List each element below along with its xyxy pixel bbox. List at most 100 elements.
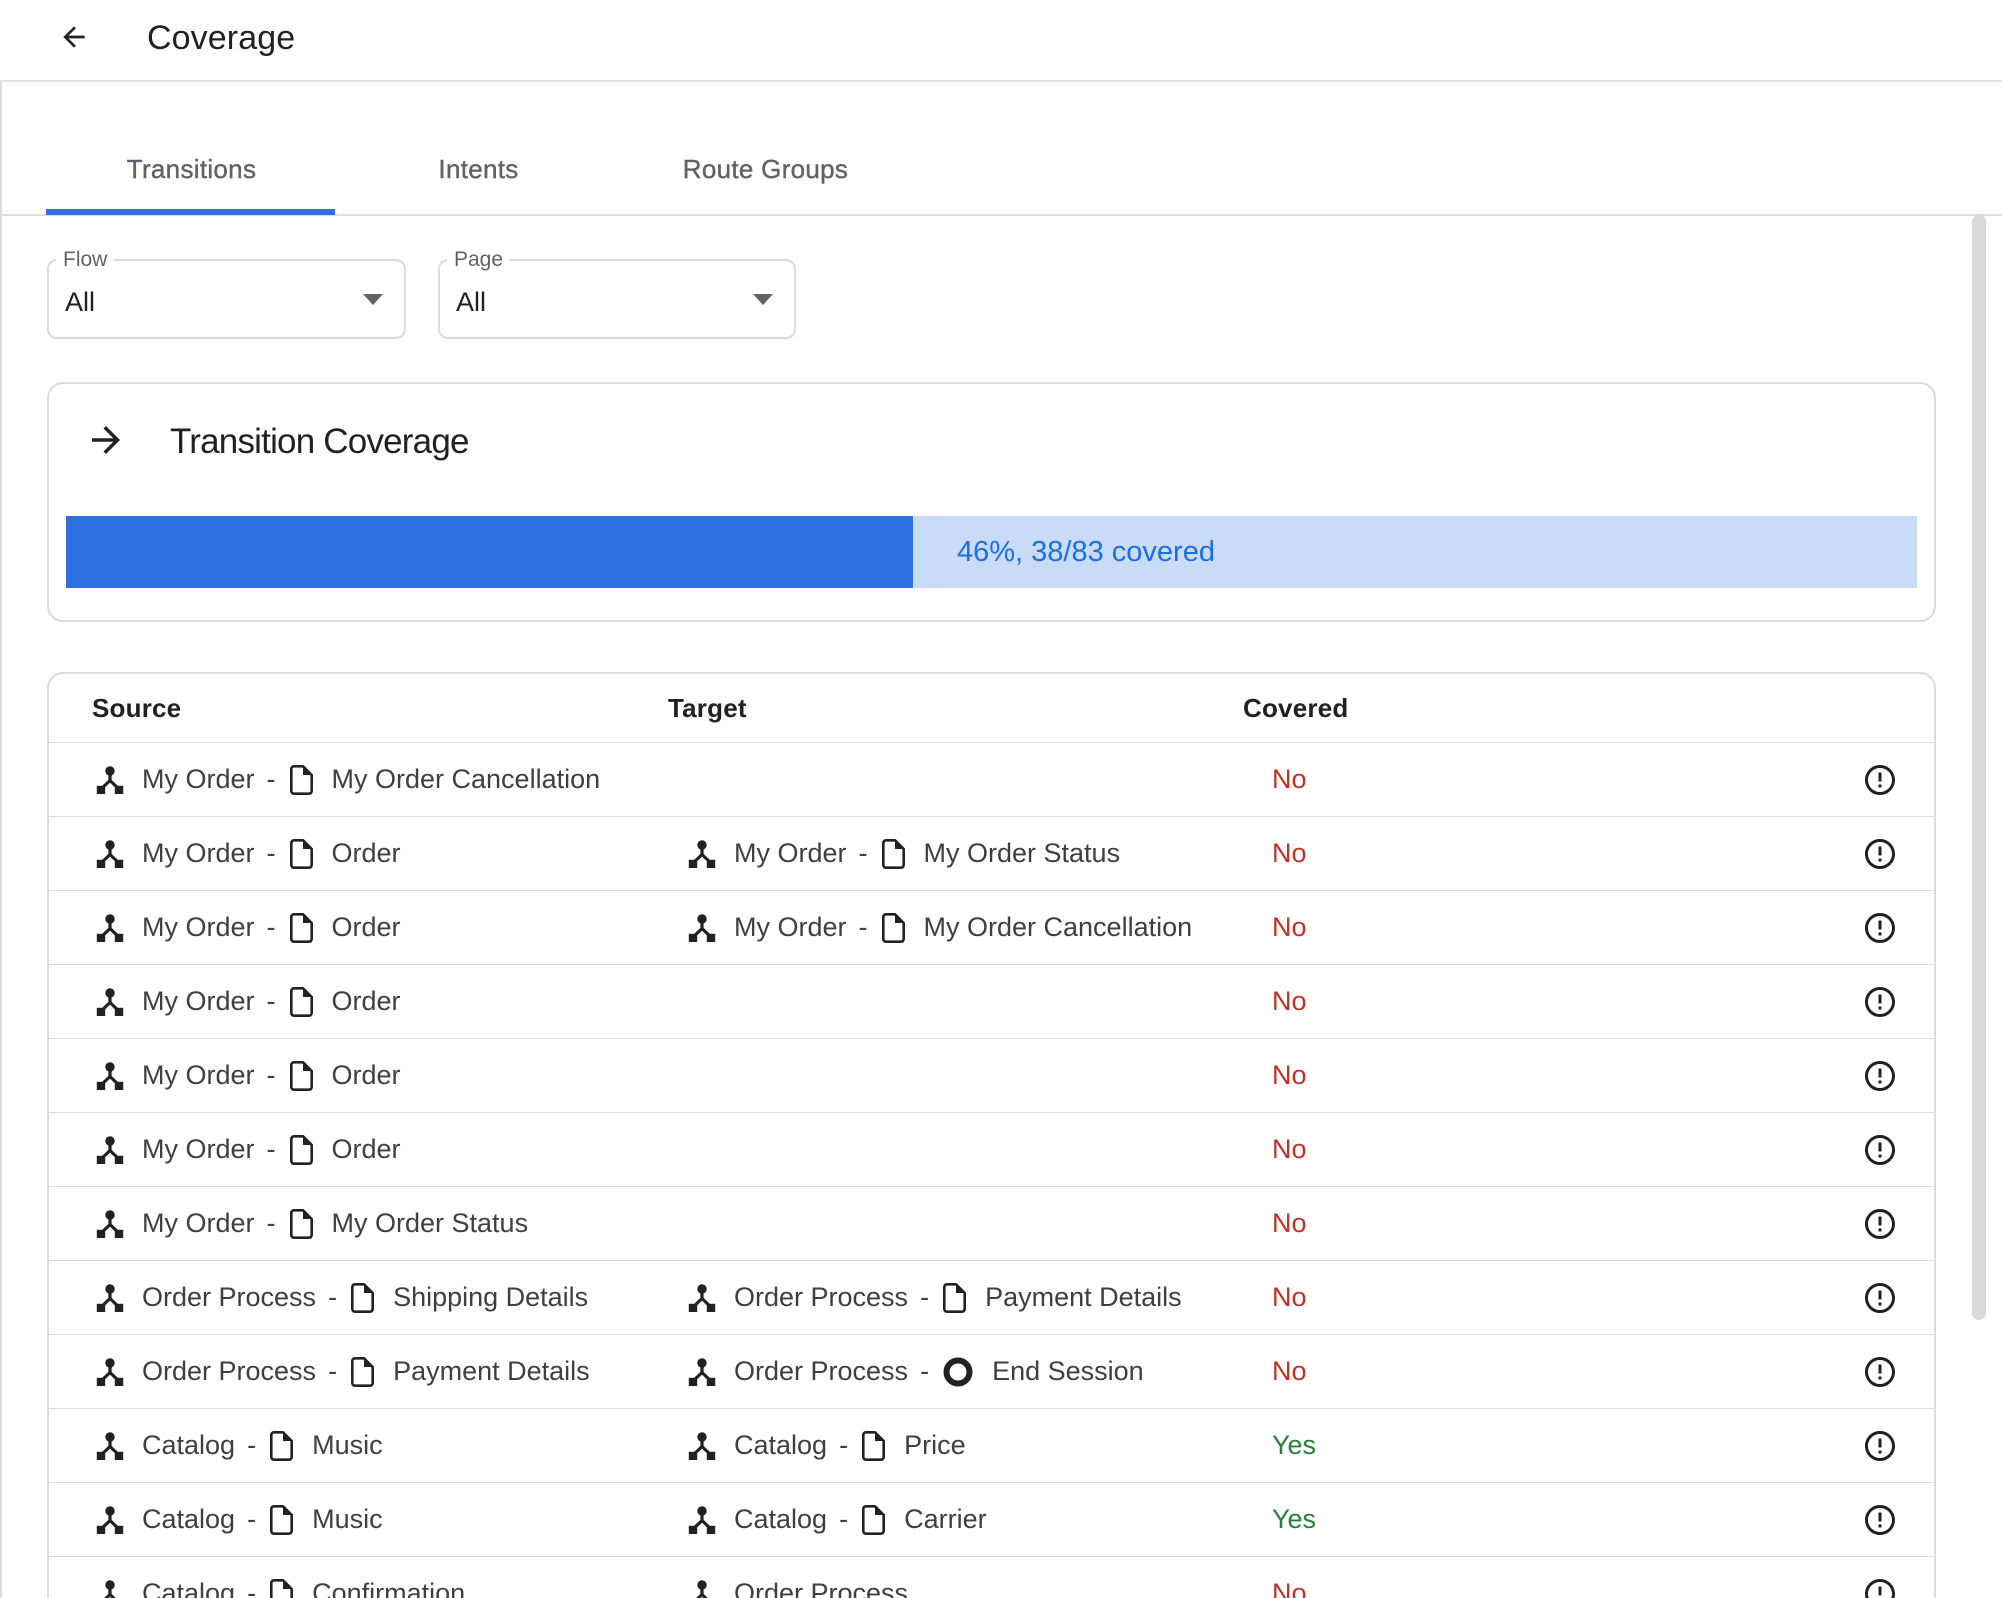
separator-dash: - (328, 1356, 338, 1387)
page-name: My Order Status (331, 1208, 529, 1239)
row-info-button[interactable] (1820, 762, 1934, 798)
transitions-table: Source Target Covered My Order - My Order … (47, 672, 1936, 1598)
table-header-row: Source Target Covered (49, 674, 1934, 744)
flow-name: My Order (734, 838, 847, 869)
flow-icon (96, 1284, 124, 1312)
flow-name: Order Process (142, 1356, 317, 1387)
info-icon (1865, 1578, 1895, 1598)
row-info-button[interactable] (1820, 1354, 1934, 1390)
info-icon (1865, 838, 1895, 869)
target-cell: My Order - My Order Status (668, 838, 1243, 869)
separator-dash: - (247, 1430, 257, 1461)
separator-dash: - (266, 1208, 276, 1239)
row-info-button[interactable] (1820, 836, 1934, 872)
info-icon (1865, 986, 1895, 1017)
page-title: Coverage (147, 19, 296, 57)
row-info-button[interactable] (1820, 1132, 1934, 1168)
separator-dash: - (266, 912, 276, 943)
flow-icon (96, 1136, 124, 1164)
page-name: Music (312, 1430, 383, 1461)
source-cell: My Order - Order (49, 1060, 668, 1091)
row-info-button[interactable] (1820, 1576, 1934, 1598)
page-name: Price (904, 1430, 966, 1461)
back-arrow-icon[interactable] (58, 21, 90, 53)
table-row: Order Process - Payment Details Order Proce… (49, 1335, 1934, 1410)
page-icon (289, 986, 313, 1017)
table-row: Catalog - Music Catalog - Price Yes (49, 1409, 1934, 1484)
flow-name: My Order (142, 1134, 255, 1165)
page-icon (862, 1504, 886, 1535)
covered-status: Yes (1272, 1430, 1317, 1461)
info-icon (1865, 1356, 1895, 1387)
table-row: Catalog - Music Catalog - Carrier Yes (49, 1483, 1934, 1558)
page-name: My Order Status (923, 838, 1121, 869)
flow-icon (96, 914, 124, 942)
flow-icon (695, 1580, 709, 1598)
flow-icon (103, 1580, 117, 1598)
target-cell: Catalog - Carrier (668, 1504, 1243, 1535)
page-icon (289, 1060, 313, 1091)
source-cell: My Order - My Order Cancellation (49, 764, 668, 795)
flow-filter-value: All (65, 287, 96, 317)
row-info-button[interactable] (1820, 1206, 1934, 1242)
target-cell: Order Process (668, 1578, 1243, 1598)
page-name: Shipping Details (393, 1282, 589, 1313)
vertical-scrollbar-thumb[interactable] (1972, 215, 1986, 1320)
source-cell: My Order - Order (49, 1134, 668, 1165)
flow-name: My Order (142, 1060, 255, 1091)
target-cell: Order Process - End Session (668, 1356, 1243, 1387)
covered-status: No (1272, 986, 1307, 1017)
page-name: My Order Cancellation (923, 912, 1193, 943)
end-session-icon (943, 1357, 973, 1387)
table-row: My Order - Order No (49, 1113, 1934, 1188)
flow-icon (96, 1506, 124, 1534)
page-icon (351, 1356, 375, 1387)
row-info-button[interactable] (1820, 984, 1934, 1020)
table-row: My Order - Order My Order - My Order Status No (49, 817, 1934, 892)
page-name: Order (331, 838, 401, 869)
separator-dash: - (247, 1504, 257, 1535)
flow-icon (96, 1432, 124, 1460)
flow-name: My Order (142, 912, 255, 943)
flow-filter-select[interactable]: Flow All (47, 248, 406, 339)
tab-intents[interactable]: Intents (335, 118, 622, 214)
row-info-button[interactable] (1820, 1058, 1934, 1094)
source-cell: Catalog - Music (49, 1430, 668, 1461)
separator-dash: - (920, 1356, 930, 1387)
page-name: Order (331, 1134, 401, 1165)
arrow-forward-icon (92, 426, 120, 454)
row-info-button[interactable] (1820, 1280, 1934, 1316)
info-icon (1865, 1282, 1895, 1313)
row-info-button[interactable] (1820, 910, 1934, 946)
tab-route-groups[interactable]: Route Groups (622, 118, 909, 214)
flow-icon (96, 1210, 124, 1238)
flow-icon (96, 840, 124, 868)
info-icon (1865, 912, 1895, 943)
source-cell: Order Process - Shipping Details (49, 1282, 668, 1313)
page-icon (289, 912, 313, 943)
row-info-button[interactable] (1820, 1428, 1934, 1464)
target-cell: Order Process - Payment Details (668, 1282, 1243, 1313)
tabs: Transitions Intents Route Groups (48, 118, 909, 214)
page-filter-select[interactable]: Page All (438, 248, 796, 339)
flow-name: Order Process (734, 1356, 909, 1387)
coverage-card-title: Transition Coverage (170, 422, 469, 461)
target-cell: Catalog - Price (668, 1430, 1243, 1461)
tab-bar: Transitions Intents Route Groups (0, 82, 2002, 216)
column-header-source: Source (92, 692, 182, 723)
flow-name: Order Process (142, 1282, 317, 1313)
row-info-button[interactable] (1820, 1502, 1934, 1538)
page-header: Coverage (0, 0, 2002, 82)
flow-name: Catalog (142, 1430, 236, 1461)
tab-transitions[interactable]: Transitions (48, 118, 335, 214)
source-cell: Order Process - Payment Details (49, 1356, 668, 1387)
flow-name: My Order (142, 986, 255, 1017)
flow-name: My Order (734, 912, 847, 943)
flow-icon (688, 1358, 716, 1386)
dropdown-arrow-icon (363, 294, 383, 305)
flow-name: Catalog (142, 1578, 236, 1598)
info-icon (1865, 1134, 1895, 1165)
table-row: My Order - Order No (49, 1039, 1934, 1114)
coverage-progress-fill (66, 516, 913, 588)
covered-status: No (1272, 764, 1307, 795)
